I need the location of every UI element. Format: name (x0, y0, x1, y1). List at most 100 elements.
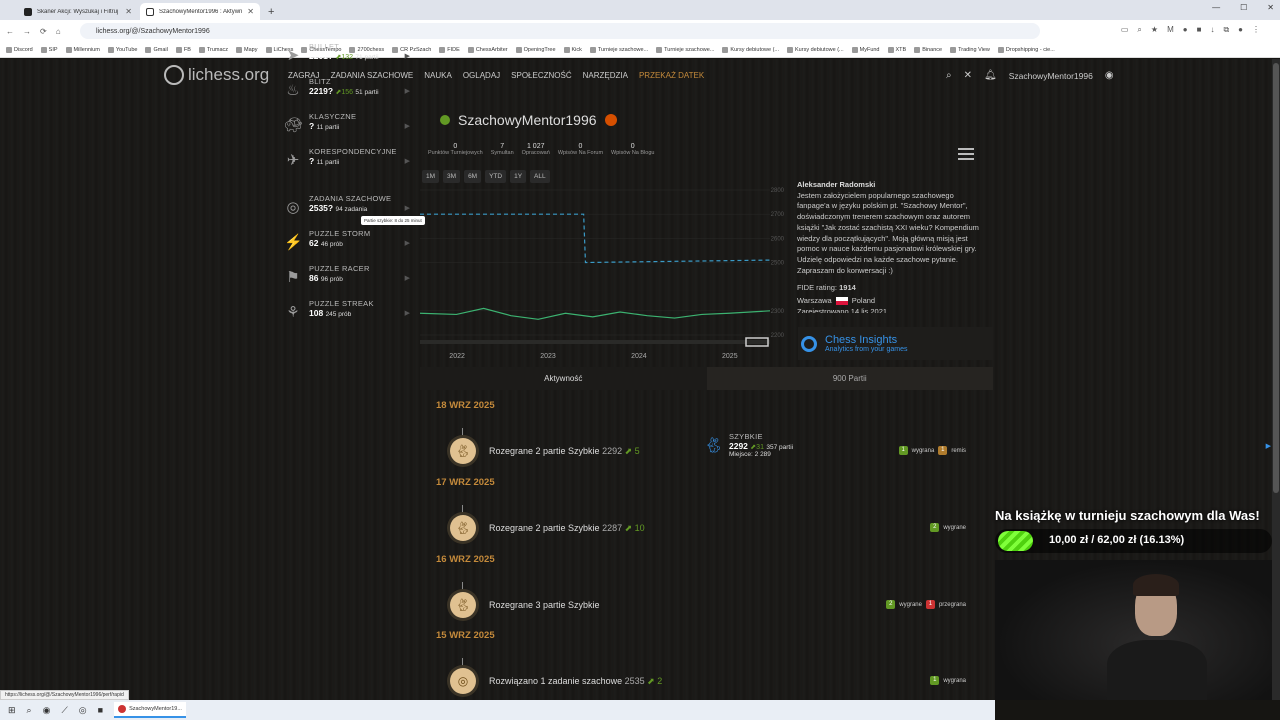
bookmark-label: Millennium (73, 46, 100, 53)
bookmark-item[interactable]: Discord (6, 46, 33, 53)
minimize-icon[interactable]: — (1212, 3, 1220, 12)
page-scrollbar[interactable] (1272, 59, 1280, 700)
period-button[interactable]: 1Y (510, 170, 527, 183)
download-icon[interactable]: ↓ (1210, 25, 1214, 35)
bookmark-item[interactable]: Dropshipping - cie... (997, 46, 1055, 53)
reload-icon[interactable]: ⟳ (40, 27, 47, 36)
perf-korespondencyjne[interactable]: ✈ KORESPONDENCYJNE? 11 partii ▶ (280, 145, 412, 180)
period-button[interactable]: 6M (464, 170, 482, 183)
home-icon[interactable]: ⌂ (56, 27, 61, 36)
period-button[interactable]: 1M (422, 170, 440, 183)
bookmark-item[interactable]: Turnieje szachowe... (656, 46, 714, 53)
perf-klasyczne[interactable]: 🐢︎ KLASYCZNE? 11 partii ▶ (280, 110, 412, 145)
close-window-icon[interactable]: ✕ (1267, 3, 1274, 12)
perf-bullet[interactable]: ➤ BULLET 2201? ⬈132 71 partii ▶ (280, 40, 412, 75)
steam-icon[interactable]: ◎ (79, 705, 87, 716)
notification-bell-icon[interactable]: 🔔︎ (984, 70, 997, 81)
bookmark-item[interactable]: OpeningTree (515, 46, 556, 53)
menu-dots-icon[interactable]: ⋮ (1252, 25, 1260, 35)
challenge-icon[interactable]: ✕ (964, 70, 972, 81)
bookmark-item[interactable]: ChessArbiter (467, 46, 508, 53)
profile-stat[interactable]: 0 Punktów Turniejowych (428, 143, 483, 156)
taskbar-chrome-window[interactable]: SzachowyMentor19... (114, 702, 186, 718)
bookmark-item[interactable]: Kick (563, 46, 582, 53)
bookmark-item[interactable]: MyFund (851, 46, 880, 53)
user-avatar-icon[interactable]: ◉ (1105, 70, 1114, 81)
result-label: wygrane (899, 601, 922, 608)
taskbar-app-icon[interactable]: ◉ (43, 705, 51, 716)
bookmark-item[interactable]: Kursy debiutowe (... (722, 46, 779, 53)
tab-activity[interactable]: Aktywność (420, 367, 707, 390)
bookmark-item[interactable]: XTB (887, 46, 906, 53)
streamer-body (1107, 640, 1207, 700)
profile-menu-icon[interactable] (958, 148, 974, 160)
activity-entry: ◎ Rozwiązano 1 zadanie szachowe 2535 ⬈ 2 1… (450, 658, 970, 694)
bookmark-item[interactable]: Binance (914, 46, 942, 53)
zoom-icon[interactable]: ⌕ (1137, 25, 1141, 35)
taskbar-app-icon[interactable]: ⟋ (61, 705, 67, 716)
chevron-right-icon: ▶ (404, 88, 410, 95)
browser-tab-active[interactable]: SzachowyMentor1996 : Aktywn ✕ (140, 3, 260, 20)
timeline-line (462, 658, 463, 666)
bookmark-item[interactable]: Gmail (145, 46, 168, 53)
windows-start-icon[interactable]: ⊞ (8, 705, 16, 716)
search-icon[interactable]: ⌕ (946, 70, 952, 81)
bookmark-item[interactable]: SIP (40, 46, 58, 53)
poland-flag-icon (835, 297, 848, 306)
nav-donate[interactable]: PRZEKAŻ DATEK (639, 71, 704, 80)
perf-info: PUZZLE STORM 62 46 prób (309, 229, 370, 248)
taskbar-app-icon[interactable]: ■ (98, 705, 103, 715)
bookmark-item[interactable]: Trading View (950, 46, 990, 53)
new-tab-button[interactable]: + (262, 3, 280, 20)
bookmark-item[interactable]: FB (175, 46, 191, 53)
bookmark-item[interactable]: Kursy debiutowe (... (787, 46, 844, 53)
nav-tools[interactable]: NARZĘDZIA (583, 71, 628, 80)
nav-watch[interactable]: OGLĄDAJ (463, 71, 500, 80)
tab-games[interactable]: 900 Partii (706, 367, 993, 390)
donation-progress-bar: 10,00 zł / 62,00 zł (16.13%) (995, 529, 1272, 553)
perf-rating: 108 245 prób (309, 308, 374, 318)
bookmark-star-icon[interactable]: ★ (1151, 25, 1158, 35)
mail-icon[interactable]: M (1167, 25, 1174, 35)
bookmark-item[interactable]: Turnieje szachowe... (589, 46, 649, 53)
scrollbar-thumb[interactable] (1273, 63, 1279, 493)
back-icon[interactable]: ← (6, 27, 14, 36)
bookmark-label: Turnieje szachowe... (597, 46, 649, 53)
bookmark-item[interactable]: FIDE (439, 46, 460, 53)
perf-blitz[interactable]: ♨ BLITZ 2219? ⬈156 51 partii ▶ (280, 75, 412, 110)
profile-stat[interactable]: 0 Wpisów Na Forum (558, 143, 603, 156)
maximize-icon[interactable]: ☐ (1240, 3, 1247, 12)
cast-icon[interactable]: ▭ (1121, 25, 1129, 35)
taskbar-search-icon[interactable]: ⌕ (27, 705, 32, 716)
profile-avatar-icon[interactable]: ● (1238, 25, 1243, 35)
chess-insights-link[interactable]: Chess Insights Analytics from your games (798, 327, 993, 360)
perf-puzzle-streak[interactable]: ⚘ PUZZLE STREAK 108 245 prób ▶ (280, 297, 412, 332)
bookmark-item[interactable]: YouTube (107, 46, 137, 53)
perf-puzzle-storm[interactable]: ⚡ PUZZLE STORM 62 46 prób ▶ (280, 227, 412, 262)
bookmark-item[interactable]: Trumacz (198, 46, 228, 53)
user-menu[interactable]: SzachowyMentor1996 (1009, 71, 1093, 81)
nav-learn[interactable]: NAUKA (424, 71, 452, 80)
extension-icon[interactable]: ● (1183, 25, 1188, 35)
period-button[interactable]: YTD (485, 170, 507, 183)
rabbit-icon: 🐇︎ (450, 592, 476, 618)
perf-rating-value: ? (309, 121, 315, 131)
puzzle-extension-icon[interactable]: ⧉ (1223, 25, 1229, 35)
close-tab-icon[interactable]: ✕ (125, 7, 132, 16)
profile-stat[interactable]: 7 Symultan (491, 143, 514, 156)
nav-community[interactable]: SPOŁECZNOŚĆ (511, 71, 571, 80)
forward-icon[interactable]: → (23, 27, 31, 36)
close-tab-icon[interactable]: ✕ (247, 7, 254, 16)
browser-tab[interactable]: Skaner Akcji: Wyszukaj i Filtruj ✕ (18, 3, 138, 20)
profile-stat[interactable]: 1 027 Opracowań (522, 143, 550, 156)
period-button[interactable]: ALL (530, 170, 550, 183)
period-button[interactable]: 3M (443, 170, 461, 183)
bookmark-item[interactable]: Mapy (236, 46, 258, 53)
site-logo[interactable]: lichess.org (164, 65, 269, 85)
profile-stat[interactable]: 0 Wpisów Na Blogu (611, 143, 654, 156)
extension-icon[interactable]: ■ (1197, 25, 1202, 35)
activity-date: 15 WRZ 2025 (436, 630, 495, 641)
perf-puzzle-racer[interactable]: ⚑ PUZZLE RACER 86 96 prób ▶ (280, 262, 412, 297)
url-field[interactable]: lichess.org/@/SzachowyMentor1996 (80, 23, 1040, 39)
bookmark-item[interactable]: Millennium (65, 46, 100, 53)
